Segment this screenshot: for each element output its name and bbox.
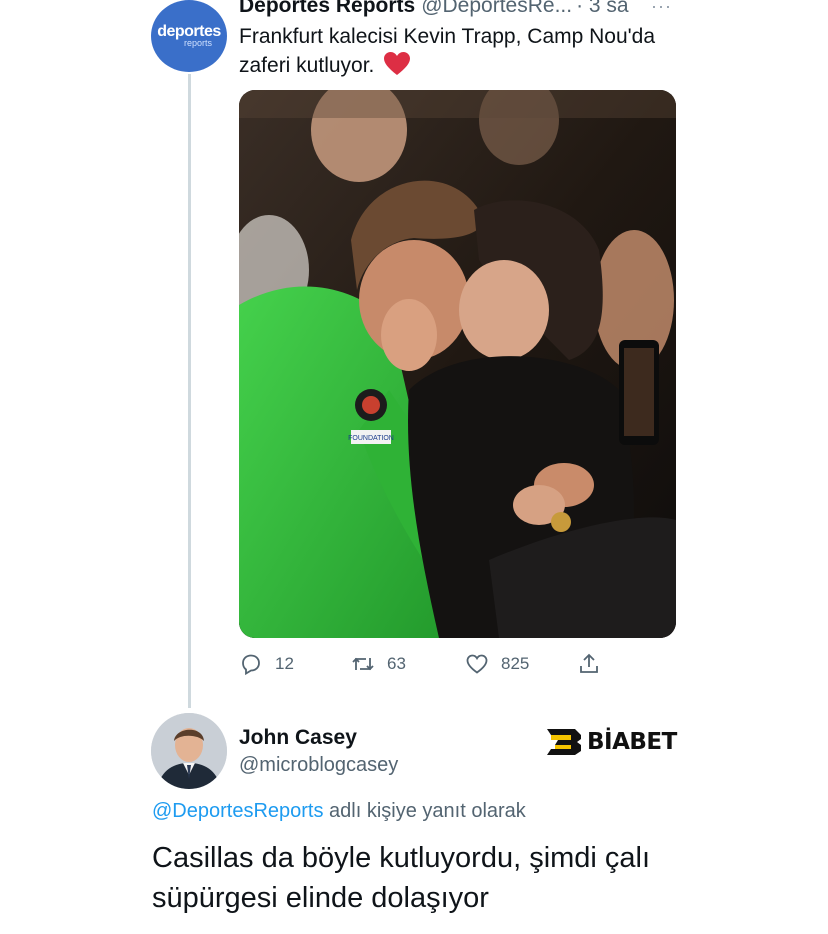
photo-badge-text: FOUNDATION <box>348 435 394 442</box>
reply-author-handle[interactable]: @microblogcasey <box>239 754 398 777</box>
tweet-text: Frankfurt kalecisi Kevin Trapp, Camp Nou… <box>239 22 659 80</box>
retweet-action[interactable]: 63 <box>351 650 406 678</box>
tweet-actions-bar: 12 63 825 <box>239 650 676 680</box>
john-casey-avatar[interactable] <box>151 713 227 789</box>
thread-connector-line <box>188 74 191 708</box>
heart-icon <box>466 654 488 674</box>
avatar-sub-text: reports <box>183 38 212 48</box>
biabet-watermark: BİABET <box>545 727 677 757</box>
biabet-wordmark: BİABET <box>587 729 677 755</box>
reply-author-name[interactable]: John Casey <box>239 726 357 750</box>
avatar-portrait-image <box>151 713 227 789</box>
retweet-count: 63 <box>387 654 406 673</box>
more-dots-icon[interactable]: ··· <box>651 0 672 17</box>
author-handle[interactable]: @DeportesRe... <box>421 0 572 18</box>
replying-to-suffix: adlı kişiye yanıt olarak <box>323 800 526 822</box>
deportes-avatar[interactable]: deportes reports <box>151 0 227 72</box>
reply-action[interactable]: 12 <box>239 650 294 678</box>
tweet-timestamp[interactable]: · 3 sa <box>576 0 629 18</box>
red-heart-emoji-icon <box>384 52 411 75</box>
share-action[interactable] <box>577 650 601 678</box>
tweet-header: Deportes Reports @DeportesRe... · 3 sa <box>239 0 679 20</box>
like-count: 825 <box>501 654 530 673</box>
tweet-photo[interactable]: FOUNDATION <box>239 90 676 638</box>
reply-count: 12 <box>275 654 294 673</box>
tweet-text-content: Frankfurt kalecisi Kevin Trapp, Camp Nou… <box>239 25 656 77</box>
retweet-icon <box>352 657 374 671</box>
celebration-photo-illustration: FOUNDATION <box>239 90 676 638</box>
replying-to-line: @DeportesReports adlı kişiye yanıt olara… <box>152 800 526 823</box>
reply-tweet-text: Casillas da böyle kutluyordu, şimdi çalı… <box>152 842 651 914</box>
author-name[interactable]: Deportes Reports <box>239 0 415 18</box>
biabet-logo-icon <box>547 729 581 755</box>
share-icon <box>580 653 598 673</box>
like-action[interactable]: 825 <box>465 650 529 678</box>
reply-bubble-icon <box>242 654 260 676</box>
replying-to-mention[interactable]: @DeportesReports <box>152 800 323 822</box>
